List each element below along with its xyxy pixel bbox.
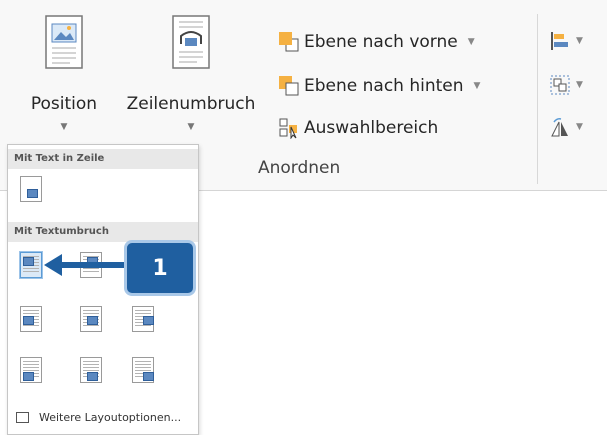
wrap-text-label: Zeilenumbruch	[126, 94, 256, 114]
bring-forward-label: Ebene nach vorne	[304, 32, 458, 52]
wrap-text-icon	[172, 15, 210, 69]
chevron-down-icon: ▼	[467, 37, 475, 47]
align-icon	[551, 32, 568, 50]
layout-inline-option[interactable]	[20, 176, 42, 202]
chevron-down-icon: ▼	[473, 81, 481, 91]
chevron-down-icon: ▼	[576, 36, 583, 46]
rotate-icon	[551, 118, 568, 137]
group-icon	[550, 75, 570, 95]
layout-bottom-center-option[interactable]	[80, 357, 102, 383]
layout-through-option[interactable]	[20, 306, 42, 332]
callout-badge: 1	[124, 240, 196, 296]
send-backward-label: Ebene nach hinten	[304, 76, 464, 96]
divider	[537, 14, 538, 184]
bring-forward-icon	[278, 31, 300, 53]
chevron-down-icon: ▼	[576, 80, 583, 90]
callout-number: 1	[152, 255, 168, 281]
bring-forward-button[interactable]: Ebene nach vorne ▼	[278, 28, 475, 56]
layout-square-option[interactable]	[19, 251, 43, 279]
layout-front-text-option[interactable]	[20, 357, 42, 383]
group-label: Anordnen	[258, 158, 341, 178]
selection-pane-label: Auswahlbereich	[304, 118, 439, 138]
group-button[interactable]: ▼	[549, 72, 583, 98]
layout-top-bottom-option[interactable]	[80, 306, 102, 332]
callout-arrow-icon	[44, 254, 62, 276]
layout-behind-text-option[interactable]	[132, 306, 154, 332]
layout-bottom-right-option[interactable]	[132, 357, 154, 383]
layout-options-icon	[16, 412, 29, 423]
callout-arrow-shaft	[60, 262, 126, 268]
align-button[interactable]: ▼	[549, 28, 583, 54]
rotate-button[interactable]: ▼	[549, 114, 583, 140]
chevron-down-icon: ▼	[60, 122, 68, 132]
section-header-inline: Mit Text in Zeile	[8, 149, 198, 169]
send-backward-button[interactable]: Ebene nach hinten ▼	[278, 72, 480, 100]
send-backward-icon	[278, 75, 300, 97]
chevron-down-icon: ▼	[576, 122, 583, 132]
chevron-down-icon: ▼	[187, 122, 195, 132]
position-label: Position	[30, 94, 98, 114]
section-header-wrap: Mit Textumbruch	[8, 222, 198, 242]
position-button[interactable]: Position ▼	[14, 14, 114, 132]
more-layout-options-link[interactable]: Weitere Layoutoptionen...	[16, 411, 181, 424]
selection-pane-icon	[278, 117, 300, 140]
selection-pane-button[interactable]: Auswahlbereich	[278, 114, 438, 142]
wrap-text-button[interactable]: Zeilenumbruch ▼	[116, 14, 266, 132]
more-layout-options-label: Weitere Layoutoptionen...	[39, 411, 182, 424]
position-icon	[45, 15, 83, 69]
